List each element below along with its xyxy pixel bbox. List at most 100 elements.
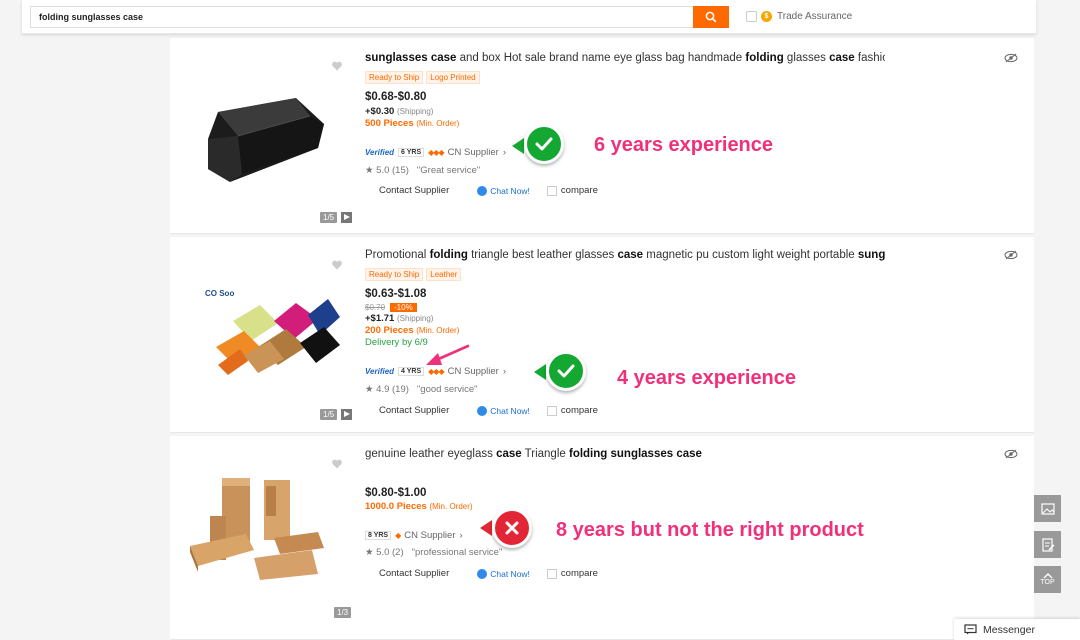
chat-now-button[interactable]: Chat Now! [477, 568, 530, 579]
search-bar: folding sunglasses case $ Trade Assuranc… [22, 0, 1036, 34]
supplier-link[interactable]: CN Supplier [404, 530, 455, 541]
rating-score[interactable]: 5.0 (2) [376, 547, 403, 558]
title-segment: sunglasses case [365, 52, 457, 64]
chevron-right-icon: › [502, 366, 507, 377]
hide-eye-icon[interactable] [1004, 250, 1018, 260]
title-segment: Triangle [521, 448, 569, 460]
tag-logo-printed: Logo Printed [426, 71, 480, 84]
product-title[interactable]: sunglasses case and box Hot sale brand n… [365, 52, 885, 64]
trade-assurance-icon: $ [761, 11, 772, 22]
search-input[interactable]: folding sunglasses case [30, 6, 694, 28]
chat-label: Chat Now! [490, 405, 530, 416]
shipping-cost: +$1.71 (Shipping) [365, 313, 433, 324]
hide-eye-icon[interactable] [1004, 449, 1018, 459]
action-row: Contact Supplier Chat Now! compare [379, 185, 598, 196]
moq-amount: 200 Pieces [365, 325, 414, 336]
product-image[interactable]: CO Soo [178, 243, 348, 415]
rating-row: ★ 4.9 (19) "good service" [365, 384, 478, 395]
play-video-icon[interactable] [341, 409, 352, 420]
review-quote: "professional service" [411, 547, 503, 558]
title-segment: Promotional [365, 249, 430, 261]
compare-checkbox[interactable] [546, 568, 557, 579]
moq-amount: 500 Pieces [365, 118, 414, 129]
rating-row: ★ 5.0 (2) "professional service" [365, 547, 502, 558]
moq-amount: 1000.0 Pieces [365, 501, 427, 512]
diamond-rating-icon: ◆◆◆ [428, 148, 445, 157]
product-image[interactable] [178, 44, 348, 216]
years-badge: 4 YRS [398, 367, 425, 376]
messenger-label: Messenger [983, 623, 1035, 636]
diamond-rating-icon: ◆◆◆ [428, 367, 445, 376]
back-to-top-button[interactable]: TOP [1034, 566, 1061, 593]
chat-now-button[interactable]: Chat Now! [477, 185, 530, 196]
chevron-right-icon: › [459, 530, 463, 541]
chat-label: Chat Now! [490, 185, 530, 196]
price-range: $0.63-$1.08 [365, 288, 427, 300]
favorite-heart-icon[interactable] [331, 458, 343, 470]
supplier-link[interactable]: CN Supplier [448, 366, 499, 377]
supplier-row: Verified 6 YRS ◆◆◆ CN Supplier › [365, 147, 506, 158]
review-quote: "Great service" [416, 165, 481, 176]
supplier-row: 8 YRS ◆ CN Supplier › [365, 530, 463, 541]
product-card: CO Soo 1/5 Promotional folding triangle … [170, 237, 1034, 433]
pink-arrow-icon [426, 344, 470, 365]
rail-image-search-button[interactable] [1034, 495, 1061, 522]
check-icon [546, 351, 586, 391]
annotation-pointer [534, 364, 546, 380]
wooden-glasses-cases-image [190, 478, 324, 580]
title-segment: fashion s... [857, 52, 885, 64]
moq-label: (Min. Order) [429, 502, 473, 511]
annotation-text: 4 years experience [617, 367, 797, 389]
title-segment: case [496, 448, 522, 460]
chevron-right-icon: › [502, 147, 507, 158]
verified-badge: Verified [365, 148, 395, 157]
title-segment: and box Hot sale brand name eye glass ba… [456, 52, 746, 64]
check-icon [524, 124, 564, 164]
product-tags: Ready to Ship Logo Printed [365, 71, 480, 84]
brand-logo-text: CO Soo [205, 289, 235, 298]
delivery-estimate: Delivery by 6/9 [365, 337, 428, 348]
play-video-icon[interactable] [341, 212, 352, 223]
contact-supplier-button[interactable]: Contact Supplier [379, 568, 449, 579]
compare-checkbox[interactable] [546, 185, 557, 196]
top-label: TOP [1040, 579, 1055, 586]
product-image[interactable] [178, 442, 348, 614]
trade-assurance-checkbox[interactable] [746, 11, 757, 22]
compare-label[interactable]: compare [561, 568, 598, 579]
shipping-cost: +$0.30 (Shipping) [365, 106, 433, 117]
contact-supplier-button[interactable]: Contact Supplier [379, 185, 449, 196]
tag-leather: Leather [426, 268, 462, 281]
chat-icon [477, 405, 488, 416]
messenger-button[interactable]: Messenger [954, 619, 1080, 640]
contact-supplier-button[interactable]: Contact Supplier [379, 405, 449, 416]
favorite-heart-icon[interactable] [331, 259, 343, 271]
title-segment: sungl... [857, 249, 885, 261]
chat-now-button[interactable]: Chat Now! [477, 405, 530, 416]
rating-score[interactable]: 4.9 (19) [376, 384, 409, 395]
cross-icon [492, 508, 532, 548]
min-order: 500 Pieces (Min. Order) [365, 118, 459, 129]
title-segment: case [829, 52, 855, 64]
supplier-link[interactable]: CN Supplier [448, 147, 499, 158]
search-button[interactable] [693, 6, 729, 28]
rating-score[interactable]: 5.0 (15) [376, 165, 409, 176]
product-title[interactable]: genuine leather eyeglass case Triangle f… [365, 448, 885, 460]
compare-label[interactable]: compare [561, 185, 598, 196]
shipping-label: (Shipping) [396, 107, 434, 116]
product-card: 1/3 genuine leather eyeglass case Triang… [170, 436, 1034, 640]
min-order: 200 Pieces (Min. Order) [365, 325, 459, 336]
product-title[interactable]: Promotional folding triangle best leathe… [365, 249, 885, 261]
hide-eye-icon[interactable] [1004, 53, 1018, 63]
star-icon: ★ [365, 384, 374, 395]
title-segment: triangle best leather glasses [467, 249, 618, 261]
favorite-heart-icon[interactable] [331, 60, 343, 72]
chat-icon [477, 568, 488, 579]
image-counter: 1/5 [320, 409, 338, 420]
compare-label[interactable]: compare [561, 405, 598, 416]
trade-assurance-label[interactable]: Trade Assurance [777, 11, 852, 22]
review-quote: "good service" [416, 384, 478, 395]
action-row: Contact Supplier Chat Now! compare [379, 405, 598, 416]
compare-checkbox[interactable] [546, 405, 557, 416]
tag-ready-to-ship: Ready to Ship [365, 268, 424, 281]
rail-feedback-button[interactable] [1034, 531, 1061, 558]
